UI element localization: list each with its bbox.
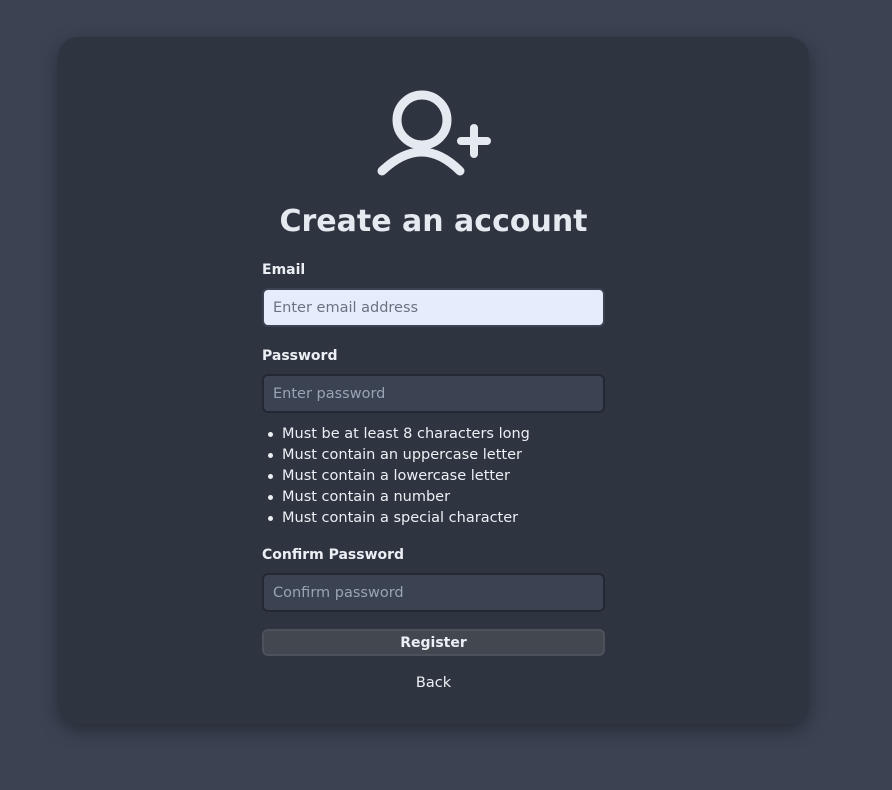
list-item: Must contain a number: [266, 487, 530, 508]
confirm-password-label: Confirm Password: [262, 547, 405, 563]
password-label: Password: [262, 348, 338, 364]
list-item: Must contain a special character: [266, 508, 530, 529]
back-link[interactable]: Back: [58, 674, 809, 692]
list-item: Must be at least 8 characters long: [266, 424, 530, 445]
confirm-password-field[interactable]: [262, 573, 605, 612]
user-plus-icon: [374, 90, 494, 182]
page-title: Create an account: [279, 204, 588, 239]
password-field[interactable]: [262, 374, 605, 413]
email-label: Email: [262, 262, 306, 278]
list-item: Must contain a lowercase letter: [266, 466, 530, 487]
list-item: Must contain an uppercase letter: [266, 445, 530, 466]
email-field[interactable]: [262, 288, 605, 327]
register-button[interactable]: Register: [262, 629, 605, 656]
password-requirements-list: Must be at least 8 characters long Must …: [266, 424, 530, 529]
